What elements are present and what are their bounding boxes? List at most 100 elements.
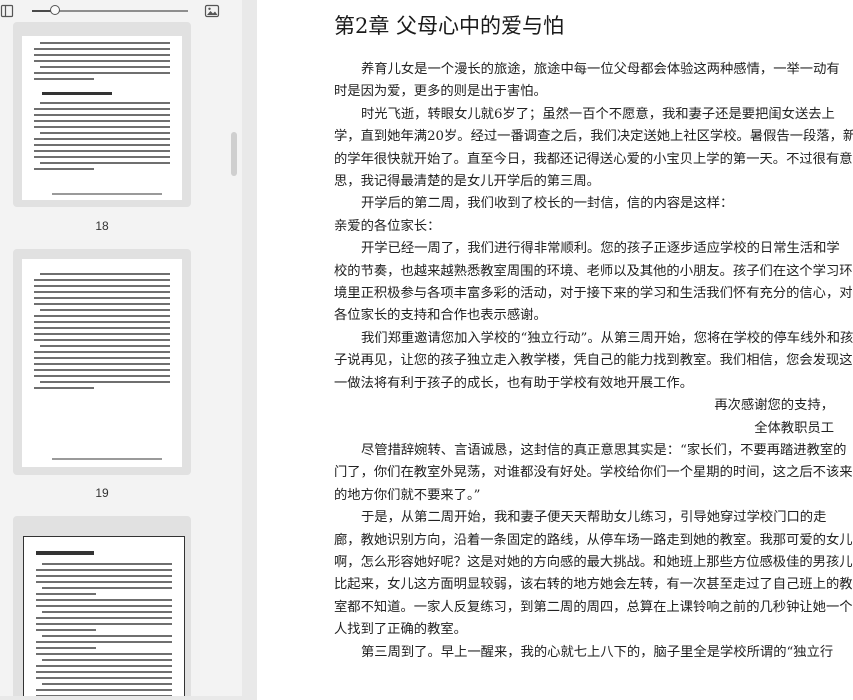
thumbnail-text-line (34, 60, 170, 62)
page-thumbnail-19[interactable] (13, 249, 191, 475)
thumbnail-text-line (42, 683, 172, 685)
text-line: 再次感谢您的支持， (714, 398, 834, 414)
thumbnail-text-line (34, 144, 170, 146)
thumbnail-text-line (40, 345, 170, 347)
sidebar-scrollbar[interactable] (231, 132, 237, 176)
thumbnail-text-line (40, 162, 170, 164)
thumbnail-label-19: 19 (95, 486, 109, 500)
text-line: 时是因为爱，更多的则是出于害怕。 (334, 84, 547, 100)
document-viewer[interactable]: 第2章 父母心中的爱与怕 养育儿女是一个漫长的旅途，旅途中每一位父母都会体验这两… (242, 0, 853, 700)
thumbnail-text-line (34, 150, 170, 152)
thumbnail-text-line (34, 321, 170, 323)
thumbnail-text-line (40, 66, 170, 68)
thumbnail-text-line (36, 605, 172, 607)
thumbnail-text-line (40, 42, 170, 44)
thumbnail-text-line (34, 351, 170, 353)
thumbnail-heading (42, 92, 112, 95)
thumbnail-text-line (36, 623, 172, 625)
thumbnail-text-line (40, 132, 170, 134)
thumbnail-page-19 (22, 259, 182, 467)
thumbnail-sidebar: 18 19 (0, 0, 242, 696)
thumbnail-text-line (34, 363, 170, 365)
thumbnail-text-line (34, 387, 94, 389)
thumbnail-text-line (36, 647, 96, 649)
thumbnail-text-line (36, 665, 172, 667)
zoom-slider-thumb[interactable] (50, 5, 61, 15)
thumbnail-text-line (36, 617, 172, 619)
text-line: 养育儿女是一个漫长的旅途，旅途中每一位父母都会体验这两种感情，一举一动有 (361, 62, 840, 77)
thumbnail-text-line (34, 357, 170, 359)
text-line: 思，我记得最清楚的是女儿开学后的第三周。 (334, 174, 600, 190)
thumbnail-text-line (36, 575, 172, 577)
thumbnail-text-line (34, 78, 94, 80)
thumbnail-text-line (36, 689, 172, 691)
thumbnail-text-line (36, 599, 172, 601)
thumbnail-text-line (40, 381, 170, 383)
text-line: 的地方你们就不要来了。” (334, 487, 481, 503)
thumbnail-text-line (34, 375, 170, 377)
thumbnail-text-line (34, 48, 170, 50)
text-line: 各位家长的支持和合作也表示感谢。 (334, 308, 547, 324)
thumbnail-text-line (42, 635, 172, 637)
text-line: 第三周到了。早上一醒来，我的心就七上八下的，脑子里全是学校所谓的“独立行 (361, 644, 834, 660)
page-thumbnail-current[interactable] (13, 516, 191, 696)
text-line: 时光飞逝，转眼女儿就6岁了；虽然一百个不愿意，我和妻子还是要把闺女送去上 (361, 106, 835, 122)
thumbnail-text-line (40, 102, 170, 104)
thumbnail-text-line (34, 291, 170, 293)
zoom-slider[interactable] (32, 5, 188, 15)
thumbnail-text-line (34, 303, 170, 305)
sidebar-toggle-icon[interactable] (0, 3, 16, 19)
thumbnail-text-line (34, 156, 170, 158)
thumbnail-text-line (40, 309, 170, 311)
thumbnail-text-line (34, 339, 170, 341)
document-page: 第2章 父母心中的爱与怕 养育儿女是一个漫长的旅途，旅途中每一位父母都会体验这两… (257, 0, 853, 700)
thumbnail-text-line (36, 629, 96, 631)
text-line: 子说再见，让您的孩子独立走入教学楼，凭自己的能力找到教室。我们相信，您会发现这 (334, 353, 853, 369)
text-line: 我们郑重邀请您加入学校的“独立行动”。从第三周开始，您将在学校的停车线外和孩 (361, 330, 853, 346)
thumbnail-text-line (34, 297, 170, 299)
thumbnail-text-line (36, 677, 172, 679)
thumbnail-text-line (34, 327, 170, 329)
thumbnail-heading (36, 551, 94, 555)
text-line: 于是，从第二周开始，我和妻子便天天帮助女儿练习，引导她穿过学校门口的走 (361, 510, 827, 526)
thumbnail-footer (52, 458, 162, 460)
thumbnail-text-line (36, 671, 172, 673)
chapter-title: 第2章 父母心中的爱与怕 (334, 14, 565, 38)
thumbnail-footer (52, 193, 162, 195)
thumbnail-text-line (34, 279, 170, 281)
thumbnail-text-line (42, 587, 172, 589)
text-line: 人找到了正确的教室。 (334, 622, 467, 638)
thumbnail-page-18 (22, 36, 182, 200)
body-text: 养育儿女是一个漫长的旅途，旅途中每一位父母都会体验这两种感情，一举一动有时是因为… (334, 59, 853, 664)
text-line: 比起来，女儿这方面明显较弱，该右转的地方她会左转，有一次甚至走过了自己班上的教 (334, 577, 853, 593)
thumbnail-text-line (34, 120, 170, 122)
text-line: 室都不知道。一家人反复练习，到第二周的周四，总算在上课铃响之前的几秒钟让她一个 (334, 599, 853, 615)
thumbnail-text-line (34, 168, 94, 170)
text-line: 开学后的第二周，我们收到了校长的一封信，信的内容是这样： (361, 196, 734, 212)
text-line: 校的节奏，也越来越熟悉教室周围的环境、老师以及其他的小朋友。孩子们在这个学习环 (334, 263, 853, 279)
thumbnail-text-line (42, 611, 172, 613)
thumbnail-text-line (34, 315, 170, 317)
text-line: 门了，你们在教室外晃荡，对谁都没有好处。学校给你们一个星期的时间，这之后不该来 (334, 465, 853, 481)
text-line: 啊，怎么形容她好呢？这是对她的方向感的最大挑战。和她班上那些方位感极佳的男孩儿 (334, 554, 853, 570)
thumbnail-text-line (36, 593, 96, 595)
text-line: 亲爱的各位家长： (334, 218, 441, 234)
thumbnail-text-line (34, 369, 170, 371)
text-line: 境里正积极参与各项丰富多彩的活动，对于接下来的学习和生活我们怀有充分的信心，对 (334, 286, 853, 302)
thumbnail-text-line (34, 108, 170, 110)
thumbnail-text-line (34, 285, 170, 287)
thumbnail-text-line (42, 659, 172, 661)
thumbnail-text-line (40, 273, 170, 275)
thumbnail-text-line (36, 581, 172, 583)
thumbnail-text-line (34, 138, 170, 140)
page-thumbnail-18[interactable] (13, 22, 191, 207)
thumbnail-text-line (34, 54, 170, 56)
text-line: 尽管措辞婉转、言语诚恳，这封信的真正意思其实是：“家长们，不要再踏进教室的 (361, 442, 847, 458)
thumbnail-page-current (23, 536, 185, 696)
image-icon[interactable] (204, 3, 220, 19)
text-line: 廊，教她识别方向，沿着一条固定的路线，从停车场一路走到她的教室。我那可爱的女儿 (334, 532, 853, 548)
thumbnail-text-line (34, 72, 170, 74)
text-line: 的学年很快就开始了。直至今日，我都还记得送心爱的小宝贝上学的第一天。不过很有意 (334, 151, 853, 167)
thumbnail-text-line (34, 126, 170, 128)
thumbnail-text-line (42, 563, 172, 565)
